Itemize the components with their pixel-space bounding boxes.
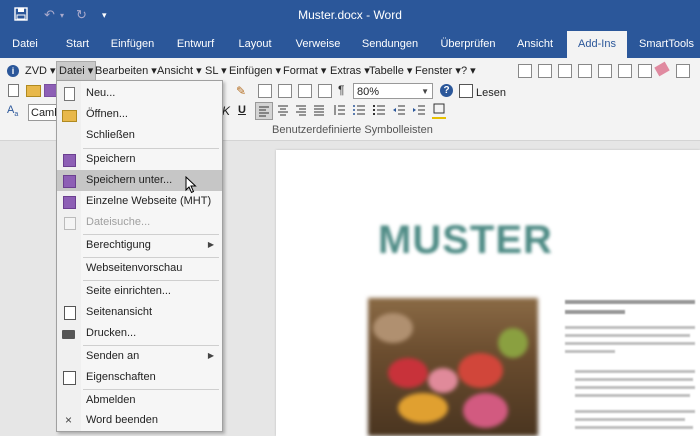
- font-style-icon[interactable]: Aa: [7, 104, 20, 118]
- new-file-icon: [64, 87, 75, 101]
- menu-item-open[interactable]: Öffnen...: [57, 104, 222, 125]
- open-folder-icon[interactable]: [26, 85, 41, 97]
- menu-item-file-search[interactable]: Dateisuche...: [57, 212, 222, 233]
- bullet-list-icon[interactable]: [372, 103, 386, 117]
- menu-item-save[interactable]: Speichern: [57, 149, 222, 170]
- increase-indent-icon[interactable]: [412, 103, 426, 117]
- zoom-select[interactable]: 80% ▼: [353, 83, 433, 99]
- line-spacing-icon[interactable]: [332, 103, 346, 117]
- file-dropdown-menu: Neu... Öffnen... Schließen Speichern Spe…: [56, 80, 223, 432]
- frame-icon[interactable]: [618, 64, 632, 78]
- web-page-save-icon: [63, 196, 76, 209]
- menu-item-web-page-mht[interactable]: Einzelne Webseite (MHT): [57, 191, 222, 212]
- italic-icon[interactable]: K: [222, 104, 235, 118]
- protect-icon[interactable]: [676, 64, 690, 78]
- numbered-list-icon[interactable]: [352, 103, 366, 117]
- menu-help[interactable]: ? ▾: [461, 62, 476, 80]
- title-bar: ↶ ▾ ↻ ▾ Muster.docx - Word: [0, 0, 700, 31]
- menu-item-permission[interactable]: Berechtigung ▶: [57, 235, 222, 256]
- close-icon: ×: [65, 413, 73, 427]
- menu-item-close[interactable]: Schließen: [57, 125, 222, 146]
- menu-datei[interactable]: Datei ▾: [56, 61, 97, 81]
- menu-einfuegen[interactable]: Einfügen ▾: [229, 62, 281, 80]
- ribbon-tabs: Datei Start Einfügen Entwurf Layout Verw…: [0, 31, 700, 58]
- tab-ueberpruefen[interactable]: Überprüfen: [433, 31, 503, 58]
- drawing-icon[interactable]: [298, 84, 312, 98]
- read-mode-icon[interactable]: [459, 84, 473, 98]
- help-icon[interactable]: ?: [440, 84, 453, 97]
- menu-fenster[interactable]: Fenster ▾: [415, 62, 461, 80]
- toolbar-group-label: Benutzerdefinierte Symbolleisten: [272, 124, 433, 136]
- document-heading: MUSTER: [378, 218, 553, 262]
- save-as-icon: [63, 175, 76, 188]
- tab-einfuegen[interactable]: Einfügen: [105, 31, 160, 58]
- tab-sendungen[interactable]: Sendungen: [355, 31, 425, 58]
- new-document-icon[interactable]: [8, 84, 19, 97]
- shading-icon[interactable]: [638, 64, 652, 78]
- edit-form-icon[interactable]: [598, 64, 612, 78]
- menu-item-new[interactable]: Neu...: [57, 83, 222, 104]
- menu-item-exit-word[interactable]: × Word beenden: [57, 410, 222, 431]
- open-folder-icon: [62, 110, 77, 122]
- tab-start[interactable]: Start: [55, 31, 100, 58]
- tab-datei[interactable]: Datei: [0, 31, 50, 58]
- menu-extras[interactable]: Extras ▾: [330, 62, 370, 80]
- print-preview-icon: [64, 306, 76, 320]
- table-icon[interactable]: [258, 84, 272, 98]
- justify-icon[interactable]: [312, 103, 326, 117]
- format-painter-icon[interactable]: ✎: [236, 84, 249, 98]
- printer-icon: [62, 330, 75, 339]
- tab-ansicht[interactable]: Ansicht: [510, 31, 560, 58]
- menu-item-page-setup[interactable]: Seite einrichten...: [57, 281, 222, 302]
- document-photo: [368, 298, 538, 436]
- menu-item-print[interactable]: Drucken...: [57, 323, 222, 344]
- tab-add-ins[interactable]: Add-Ins: [567, 31, 627, 58]
- submenu-arrow-icon: ▶: [207, 240, 214, 249]
- align-right-icon[interactable]: [294, 103, 308, 117]
- toolbar-icon-1[interactable]: [518, 64, 532, 78]
- tab-verweise[interactable]: Verweise: [288, 31, 348, 58]
- menu-item-send-to[interactable]: Senden an ▶: [57, 346, 222, 367]
- info-icon[interactable]: i: [7, 65, 19, 77]
- file-search-icon: [64, 217, 76, 230]
- menu-bearbeiten[interactable]: Bearbeiten ▾: [95, 62, 157, 80]
- tab-smarttools[interactable]: SmartTools: [633, 31, 700, 58]
- text-form-icon[interactable]: [578, 64, 592, 78]
- checkbox-icon[interactable]: [538, 64, 552, 78]
- pilcrow-icon[interactable]: ¶: [338, 83, 351, 97]
- menu-format[interactable]: Format ▾: [283, 62, 326, 80]
- underline-icon[interactable]: U: [238, 104, 251, 117]
- align-left-icon[interactable]: [255, 102, 273, 120]
- menu-tabelle[interactable]: Tabelle ▾: [369, 62, 412, 80]
- document-map-icon[interactable]: [318, 84, 332, 98]
- insert-picture-icon[interactable]: [278, 84, 292, 98]
- menu-item-print-preview[interactable]: Seitenansicht: [57, 302, 222, 323]
- border-icon[interactable]: [432, 103, 446, 119]
- save-icon: [63, 154, 76, 167]
- menu-sl[interactable]: SL ▾: [205, 62, 227, 80]
- submenu-arrow-icon: ▶: [207, 351, 214, 360]
- align-center-icon[interactable]: [276, 103, 290, 117]
- menu-item-web-preview[interactable]: Webseitenvorschau: [57, 258, 222, 279]
- properties-icon: [63, 371, 76, 385]
- menu-item-properties[interactable]: Eigenschaften: [57, 367, 222, 388]
- decrease-indent-icon[interactable]: [392, 103, 406, 117]
- window-title: Muster.docx - Word: [298, 8, 402, 22]
- mouse-cursor-icon: [185, 176, 197, 194]
- read-mode-label[interactable]: Lesen: [476, 84, 506, 102]
- menu-ansicht[interactable]: Ansicht ▾: [157, 62, 202, 80]
- tab-entwurf[interactable]: Entwurf: [168, 31, 223, 58]
- menu-zvd[interactable]: ZVD ▾: [25, 62, 56, 80]
- menu-item-save-as[interactable]: Speichern unter...: [57, 170, 222, 191]
- tab-layout[interactable]: Layout: [230, 31, 280, 58]
- menu-item-sign-out[interactable]: Abmelden: [57, 390, 222, 411]
- form-field-icon[interactable]: [558, 64, 572, 78]
